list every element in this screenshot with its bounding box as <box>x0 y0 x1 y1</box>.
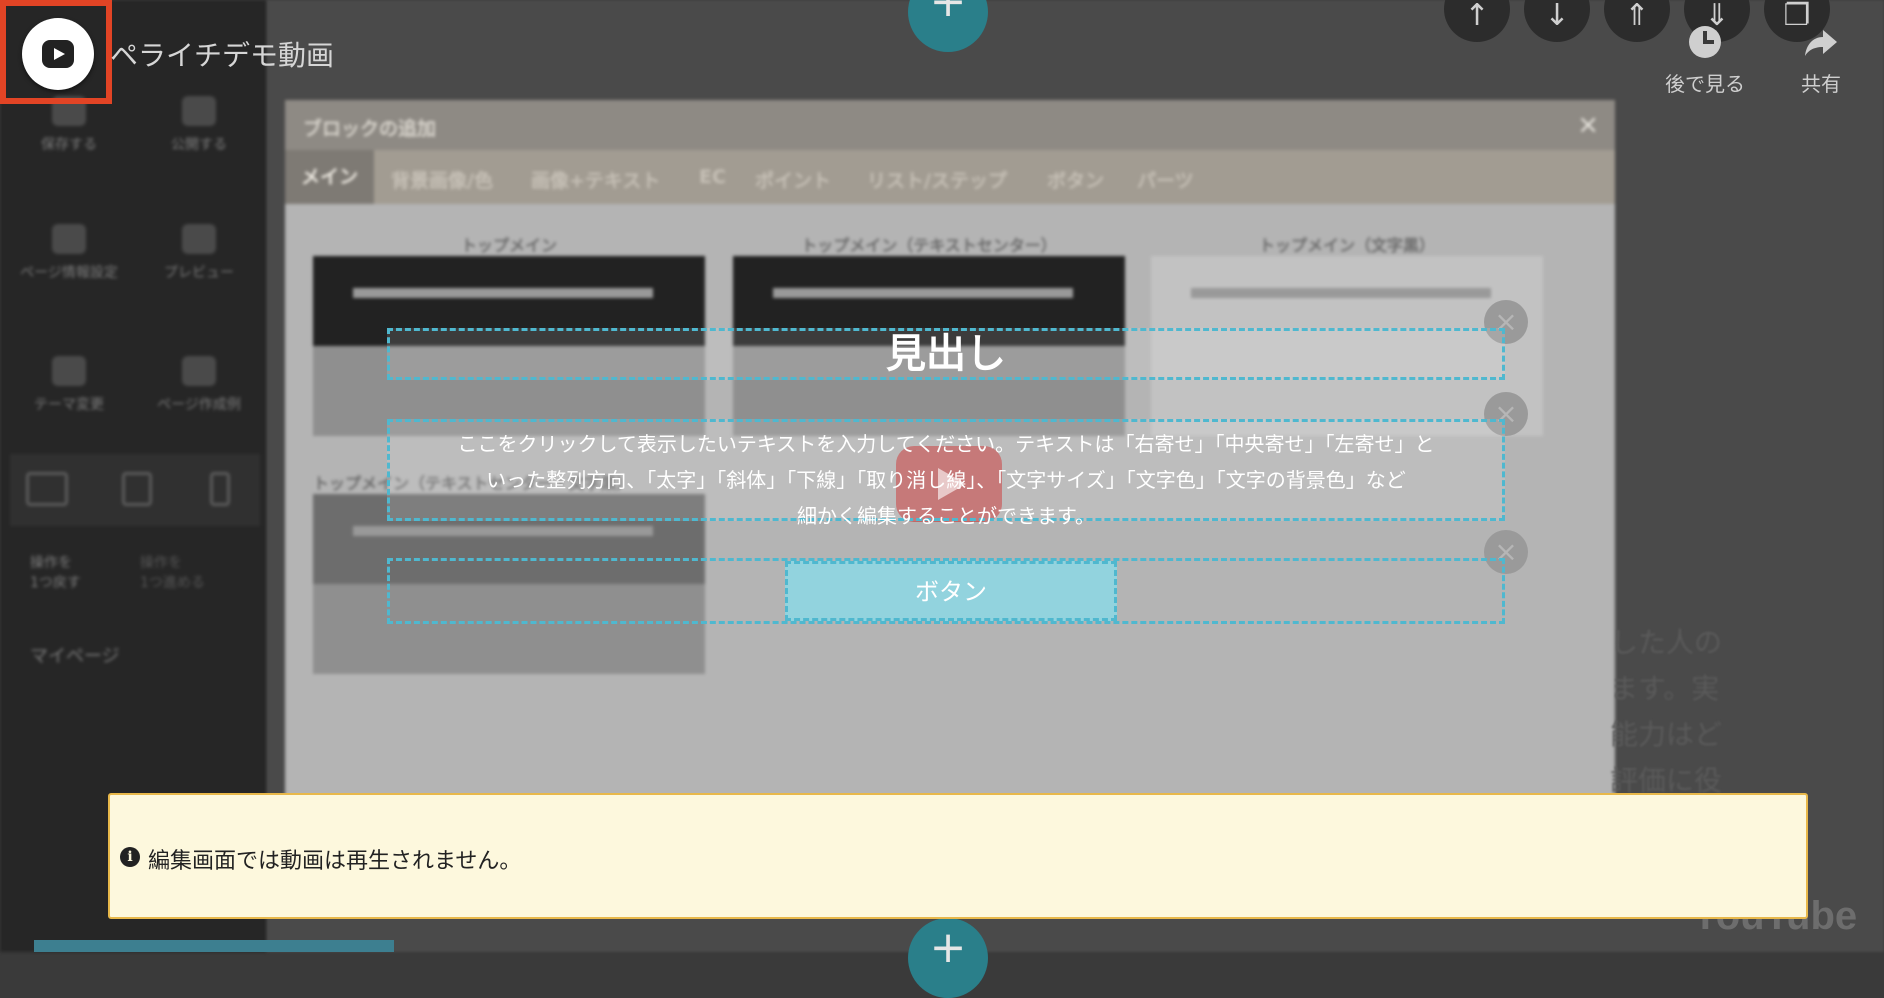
share-icon <box>1801 22 1841 62</box>
smartphone-icon[interactable] <box>210 472 230 506</box>
tab-ec[interactable]: EC <box>699 166 726 188</box>
sidebar-item-page-settings[interactable]: ページ情報設定 <box>14 224 124 282</box>
template-caption: トップメイン <box>460 236 557 255</box>
sidebar-item-save[interactable]: 保存する <box>14 96 124 154</box>
mypage-link[interactable]: マイページ <box>30 642 140 668</box>
bottom-bar <box>34 940 394 952</box>
sidebar-item-examples[interactable]: ページ作成例 <box>144 356 254 414</box>
tab-button[interactable]: ボタン <box>1047 166 1104 193</box>
tablet-icon[interactable] <box>122 472 152 506</box>
desktop-icon[interactable] <box>26 472 68 506</box>
template-caption: トップメイン（文字黒） <box>1258 236 1435 255</box>
edit-mode-notice: i 編集画面では動画は再生されません。 <box>108 793 1808 919</box>
button-block: ボタン <box>387 558 1505 624</box>
sidebar-item-label: 公開する <box>171 137 227 153</box>
preview-icon <box>182 224 216 254</box>
template-caption: トップメイン（テキストセンター） <box>801 236 1057 255</box>
headline-block[interactable]: 見出し <box>387 328 1505 380</box>
sidebar-item-label: ページ情報設定 <box>20 265 118 281</box>
publish-icon <box>182 96 216 126</box>
gear-icon <box>52 224 86 254</box>
clock-icon <box>1685 22 1725 62</box>
highlight-box <box>0 0 112 104</box>
tab-image-text[interactable]: 画像+テキスト <box>531 166 660 193</box>
tab-main[interactable]: メイン <box>285 150 375 204</box>
modal-header: ブロックの追加 × <box>285 100 1615 150</box>
sidebar-item-label: 保存する <box>41 137 97 153</box>
sidebar-item-label: プレビュー <box>164 265 234 281</box>
add-block-button[interactable]: + <box>908 918 988 998</box>
modal-title: ブロックの追加 <box>303 118 437 140</box>
notice-text: 編集画面では動画は再生されません。 <box>148 849 522 874</box>
sidebar-item-publish[interactable]: 公開する <box>144 96 254 154</box>
close-icon[interactable]: × <box>1577 110 1599 140</box>
background-text: した人の ます。実 能力はど 評価に役 <box>1610 626 1723 797</box>
cta-button[interactable]: ボタン <box>785 561 1117 621</box>
tab-point[interactable]: ポイント <box>755 166 831 193</box>
tab-parts[interactable]: パーツ <box>1137 166 1194 193</box>
undo-button[interactable]: 操作を 1つ戻す <box>30 552 140 592</box>
watch-later-label: 後で見る <box>1665 72 1745 96</box>
sidebar-item-theme[interactable]: テーマ変更 <box>14 356 124 414</box>
watch-later-button[interactable]: 後で見る <box>1660 22 1750 97</box>
info-icon: i <box>120 847 140 867</box>
modal-tabs: メイン 背景画像/色 画像+テキスト EC ポイント リスト/ステップ ボタン … <box>285 150 1615 204</box>
redo-button[interactable]: 操作を 1つ進める <box>140 552 250 592</box>
tab-background[interactable]: 背景画像/色 <box>391 166 493 193</box>
headline-text[interactable]: 見出し <box>390 331 1502 377</box>
share-button[interactable]: 共有 <box>1776 22 1866 97</box>
device-switcher <box>10 454 260 526</box>
tab-list-step[interactable]: リスト/ステップ <box>867 166 1007 193</box>
body-text[interactable]: ここをクリックして表示したいテキストを入力してください。テキストは「右寄せ」「中… <box>396 426 1496 534</box>
sidebar-item-label: ページ作成例 <box>157 397 241 413</box>
video-title[interactable]: ペライチデモ動画 <box>110 34 334 74</box>
share-label: 共有 <box>1801 72 1841 96</box>
sidebar-item-preview[interactable]: プレビュー <box>144 224 254 282</box>
palette-icon <box>52 356 86 386</box>
template-icon <box>182 356 216 386</box>
body-text-block[interactable]: ここをクリックして表示したいテキストを入力してください。テキストは「右寄せ」「中… <box>387 419 1505 528</box>
sidebar-item-label: テーマ変更 <box>34 397 104 413</box>
